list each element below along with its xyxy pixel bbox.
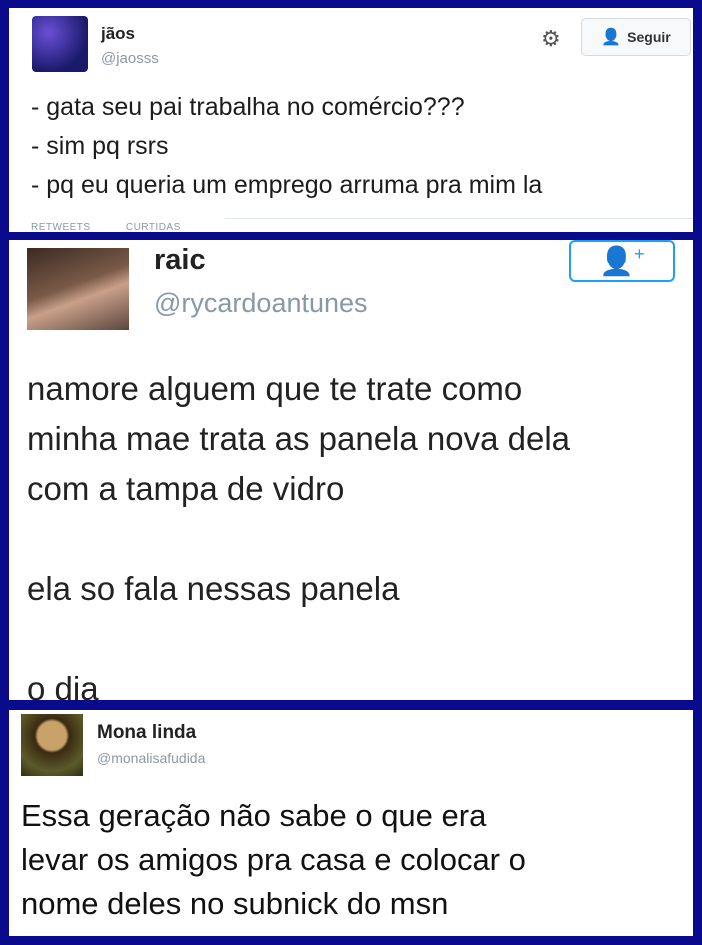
likes-label[interactable]: CURTIDAS — [126, 222, 181, 232]
retweets-label[interactable]: RETWEETS — [31, 222, 91, 232]
tweet-text: - gata seu pai trabalha no comércio??? -… — [31, 93, 543, 199]
user-name[interactable]: jãos — [101, 24, 135, 44]
user-name[interactable]: Mona linda — [97, 722, 196, 744]
tweet-card-1: jãos @jaosss ⚙ 👤 Seguir - gata seu pai t… — [9, 8, 693, 232]
tweet-text: namore alguem que te trate como minha ma… — [27, 370, 571, 700]
divider — [225, 218, 693, 219]
tweet-card-2: raic @rycardoantunes 👤+ namore alguem qu… — [9, 240, 693, 700]
user-name[interactable]: raic — [154, 244, 206, 277]
tweet-stats: RETWEETS CURTIDAS — [31, 222, 181, 232]
follow-button[interactable]: 👤+ — [569, 240, 675, 282]
avatar[interactable] — [27, 248, 129, 330]
user-handle[interactable]: @monalisafudida — [97, 750, 205, 766]
gear-icon[interactable]: ⚙ — [541, 26, 561, 52]
follow-person-icon: 👤 — [601, 29, 622, 46]
avatar[interactable] — [21, 714, 83, 776]
user-handle[interactable]: @rycardoantunes — [154, 288, 368, 319]
tweet-text: Essa geração não sabe o que era levar os… — [21, 798, 526, 921]
avatar[interactable] — [32, 16, 88, 72]
tweet-card-3: Mona linda @monalisafudida Essa geração … — [9, 710, 693, 936]
follow-label: Seguir — [627, 29, 671, 45]
follow-button[interactable]: 👤 Seguir — [581, 18, 691, 56]
add-user-icon: 👤+ — [599, 244, 645, 277]
user-handle[interactable]: @jaosss — [101, 50, 159, 67]
